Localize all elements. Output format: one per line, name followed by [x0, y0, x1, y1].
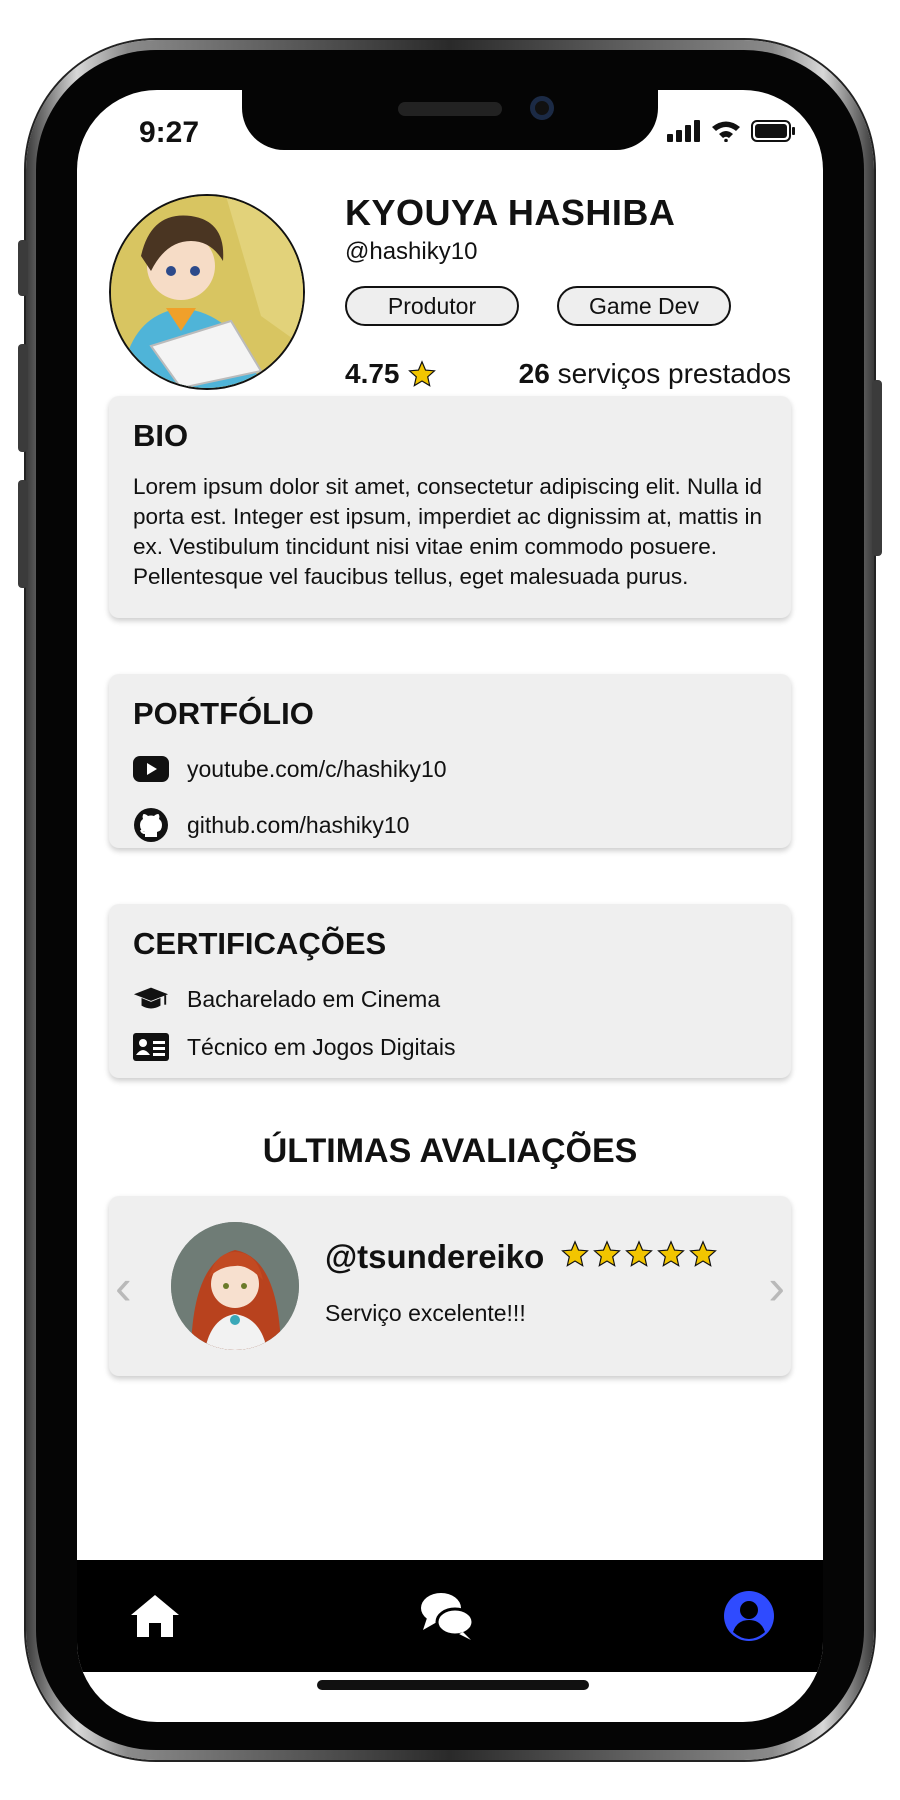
reviews-title: ÚLTIMAS AVALIAÇÕES — [262, 1132, 638, 1170]
portfolio-link-github[interactable]: github.com/hashiky10 — [133, 806, 767, 844]
nav-chat[interactable] — [417, 1586, 477, 1646]
graduation-cap-icon — [133, 981, 169, 1017]
nav-profile[interactable] — [719, 1586, 779, 1646]
reviewer-avatar-illustration — [171, 1222, 299, 1350]
profile-avatar[interactable] — [109, 194, 305, 390]
reviewer-avatar[interactable] — [171, 1222, 299, 1350]
profile-name: KYOUYA HASHIBA — [345, 192, 676, 233]
tag-produtor[interactable]: Produtor — [345, 286, 519, 326]
profile-handle: @hashiky10 — [345, 238, 478, 265]
review-card: ‹ @tsundereiko Serviço excelente!!! › — [109, 1196, 791, 1376]
wifi-icon — [712, 121, 740, 142]
bio-card: BIO Lorem ipsum dolor sit amet, consecte… — [109, 396, 791, 618]
certification-item: Técnico em Jogos Digitais — [133, 1028, 767, 1066]
phone-screen: 9:27 KYOUYA HASHIBA @hashiky10 Produtor … — [77, 90, 823, 1722]
portfolio-title: PORTFÓLIO — [133, 696, 314, 731]
tag-game-dev[interactable]: Game Dev — [557, 286, 731, 326]
battery-icon — [751, 120, 795, 142]
power-button — [872, 380, 882, 556]
bio-text: Lorem ipsum dolor sit amet, consectetur … — [133, 474, 763, 589]
status-time: 9:27 — [139, 116, 200, 149]
portfolio-link-youtube[interactable]: youtube.com/c/hashiky10 — [133, 750, 767, 788]
star-icon — [561, 1240, 589, 1267]
review-text: Serviço excelente!!! — [325, 1300, 526, 1326]
home-icon — [131, 1595, 179, 1637]
star-icon — [689, 1240, 717, 1267]
portfolio-card: PORTFÓLIO youtube.com/c/hashiky10 github… — [109, 674, 791, 848]
services-number: 26 — [518, 358, 550, 389]
review-next-arrow[interactable]: › — [768, 1258, 785, 1316]
certifications-card: CERTIFICAÇÕES Bacharelado em Cinema Técn… — [109, 904, 791, 1078]
bio-title: BIO — [133, 418, 189, 453]
certification-text: Técnico em Jogos Digitais — [187, 1033, 456, 1060]
rating-value: 4.75 — [345, 358, 400, 389]
review-prev-arrow[interactable]: ‹ — [115, 1258, 132, 1316]
chat-icon — [421, 1593, 475, 1640]
bottom-nav — [77, 1560, 823, 1672]
profile-avatar-illustration — [111, 196, 303, 388]
github-icon — [133, 807, 169, 843]
profile-icon — [724, 1591, 774, 1641]
portfolio-link-text: github.com/hashiky10 — [187, 811, 410, 838]
mute-switch — [18, 240, 28, 296]
portfolio-link-text: youtube.com/c/hashiky10 — [187, 755, 447, 782]
nav-home[interactable] — [125, 1586, 185, 1646]
front-camera — [530, 96, 554, 120]
services-label: serviços prestados — [557, 358, 791, 389]
certification-text: Bacharelado em Cinema — [187, 985, 441, 1012]
id-card-icon — [133, 1029, 169, 1065]
star-icon — [625, 1240, 653, 1267]
services-count: 26 serviços prestados — [519, 358, 791, 390]
speaker-grille — [398, 102, 502, 116]
reviewer-handle[interactable]: @tsundereiko — [325, 1238, 544, 1276]
volume-up-button — [18, 344, 28, 452]
certification-item: Bacharelado em Cinema — [133, 980, 767, 1018]
signal-icon — [667, 120, 700, 142]
review-stars — [561, 1240, 717, 1268]
youtube-icon — [133, 751, 169, 787]
star-icon — [407, 360, 436, 387]
certifications-title: CERTIFICAÇÕES — [133, 926, 387, 961]
star-icon — [593, 1240, 621, 1267]
notch — [242, 90, 658, 150]
profile-rating: 4.75 — [345, 358, 436, 390]
home-indicator[interactable] — [317, 1680, 589, 1690]
volume-down-button — [18, 480, 28, 588]
star-icon — [657, 1240, 685, 1267]
status-icons — [667, 120, 795, 142]
